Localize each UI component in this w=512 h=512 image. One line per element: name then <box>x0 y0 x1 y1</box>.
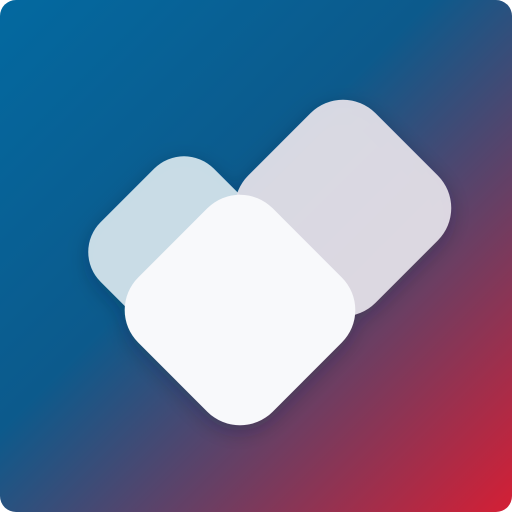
heart-logo-svg <box>0 0 512 512</box>
app-icon[interactable] <box>0 0 512 512</box>
